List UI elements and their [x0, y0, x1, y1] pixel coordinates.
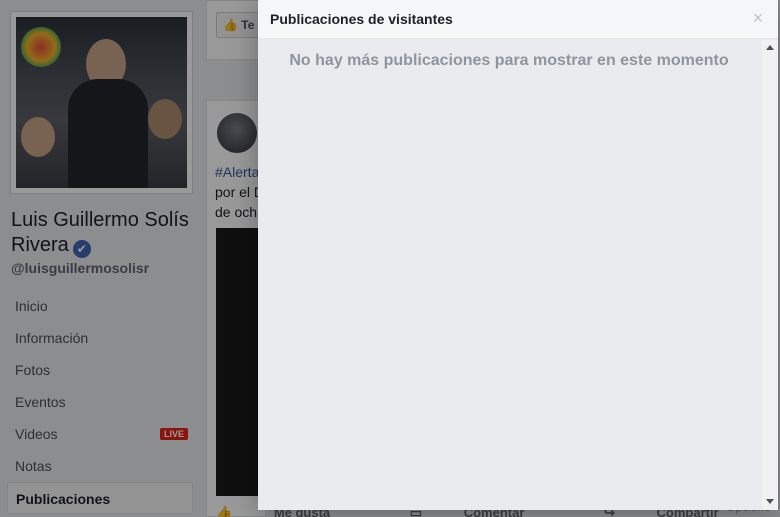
scroll-up-arrow-icon[interactable]	[766, 45, 774, 50]
scrollbar-track[interactable]	[764, 54, 776, 494]
dialog-body: No hay más publicaciones para mostrar en…	[258, 40, 762, 510]
close-icon[interactable]: ×	[749, 8, 767, 28]
dialog-title: Publicaciones de visitantes	[270, 11, 453, 27]
scroll-down-arrow-icon[interactable]	[766, 499, 774, 504]
dialog-scrollbar[interactable]	[762, 40, 778, 510]
empty-state-message: No hay más publicaciones para mostrar en…	[289, 52, 729, 69]
dialog-header: Publicaciones de visitantes ×	[258, 0, 778, 39]
visitor-posts-dialog: Publicaciones de visitantes × No hay más…	[258, 0, 778, 510]
